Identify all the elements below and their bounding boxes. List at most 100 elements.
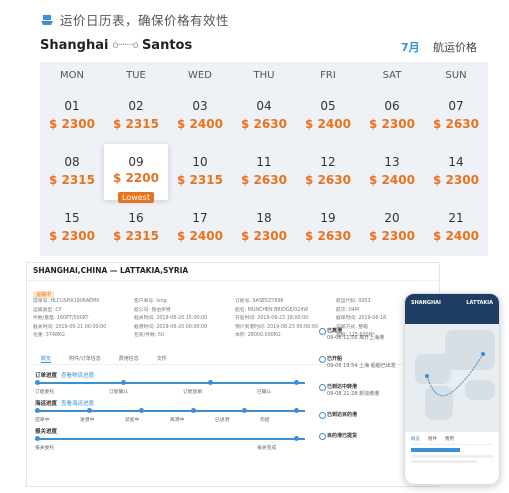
calendar-week-row: 08 $ 2315 09 $ 2200 Lowest 10 $ 2315 11 $ 2630 12… xyxy=(40,144,488,203)
info-row: 件数/重量: 160PT/500KT 截关时间: 2019-06-20 15:00… xyxy=(33,314,437,323)
phone-tab[interactable]: 费用 xyxy=(445,436,454,442)
freight-calendar-card: 运价日历表，确保价格有效性 Shanghai o·······o Santos … xyxy=(32,4,500,256)
info-cell: 截港时间: 2019-06-20 00:00:00 xyxy=(134,324,208,330)
detail-tab[interactable]: 费用信息 xyxy=(119,355,139,362)
track-section: 海运进度 查看海运进度 提单中 进港中 装船中 离港中 已进港 完结 xyxy=(35,399,305,423)
month-selector[interactable]: 7月 xyxy=(401,39,420,55)
shipment-route-title: SHANGHAI,CHINA — LATTAKIA,SYRIA xyxy=(27,263,439,281)
day-price: $ 2400 xyxy=(305,117,351,131)
info-cell: 提单号: HLCUSHA1906AEM0 xyxy=(33,299,100,304)
origin-port: Shanghai xyxy=(40,38,109,53)
progress-step-label: 已确认 xyxy=(257,390,272,395)
calendar-day-19[interactable]: 19 $ 2630 xyxy=(296,200,360,256)
track-section-link[interactable]: 查看物流进度 xyxy=(61,373,94,379)
track-section-link[interactable]: 查看海运进度 xyxy=(61,401,94,407)
calendar-day-15[interactable]: 15 $ 2300 xyxy=(40,200,104,256)
calendar-day-13[interactable]: 13 $ 2400 xyxy=(360,144,424,200)
detail-tab[interactable]: 附件/订单信息 xyxy=(69,355,101,362)
day-price: $ 2300 xyxy=(49,229,95,243)
track-section-name: 报关进度 xyxy=(35,429,58,435)
progress-dot xyxy=(294,436,300,441)
weekday-label: THU xyxy=(253,69,275,81)
day-price: $ 2630 xyxy=(433,117,479,131)
day-number: 08 xyxy=(64,155,80,169)
weekday-label: SAT xyxy=(382,69,402,81)
route-price-link[interactable]: 航运价格 xyxy=(433,39,477,55)
phone-tab[interactable]: 概览 xyxy=(411,436,420,442)
day-price: $ 2630 xyxy=(305,173,351,187)
day-number: 12 xyxy=(320,155,336,169)
day-price: $ 2315 xyxy=(177,173,223,187)
calendar-day-04[interactable]: 04 $ 2630 xyxy=(232,88,296,144)
calendar-week-row: 15 $ 2300 16 $ 2315 17 $ 2400 18 $ 2300 19 $ 2630… xyxy=(40,200,488,256)
detail-tab[interactable]: 概览 xyxy=(41,355,52,363)
day-number: 14 xyxy=(448,155,464,169)
day-number: 18 xyxy=(256,211,272,225)
route-selector[interactable]: Shanghai o·······o Santos xyxy=(40,38,192,53)
day-price: $ 2300 xyxy=(433,173,479,187)
shipment-detail-panel: SHANGHAI,CHINA — LATTAKIA,SYRIA 运输中 提单号:… xyxy=(26,262,440,487)
info-cell: 船公司: 赫伯罗特 xyxy=(134,307,171,313)
calendar-day-08[interactable]: 08 $ 2315 xyxy=(40,144,104,200)
progress-step-label: 已进港 xyxy=(215,418,230,423)
calendar-day-03[interactable]: 03 $ 2400 xyxy=(168,88,232,144)
price-calendar: MON TUE WED THU FRI SAT SUN 01 $ 2300 02 $ 2315 03… xyxy=(40,62,488,256)
info-cell: 运输类型: CY xyxy=(33,307,62,313)
event-title: 已到达目的港 xyxy=(327,412,358,418)
day-price: $ 2400 xyxy=(433,229,479,243)
weekday-label: FRI xyxy=(320,69,336,81)
calendar-day-06[interactable]: 06 $ 2300 xyxy=(360,88,424,144)
detail-tab[interactable]: 文件 xyxy=(157,355,167,362)
calendar-day-07[interactable]: 07 $ 2630 xyxy=(424,88,488,144)
calendar-day-10[interactable]: 10 $ 2315 xyxy=(168,144,232,200)
day-number: 15 xyxy=(64,211,80,225)
calendar-day-16[interactable]: 16 $ 2315 xyxy=(104,200,168,256)
day-number: 04 xyxy=(256,99,272,113)
progress-step-label: 订舱确认 xyxy=(109,390,129,395)
route-map[interactable] xyxy=(405,324,499,432)
day-price: $ 2400 xyxy=(177,229,223,243)
calendar-day-21[interactable]: 21 $ 2400 xyxy=(424,200,488,256)
calendar-day-05[interactable]: 05 $ 2400 xyxy=(296,88,360,144)
progress-dot xyxy=(294,408,300,413)
day-number: 03 xyxy=(192,99,208,113)
progress-dot xyxy=(35,436,40,441)
calendar-day-09[interactable]: 09 $ 2200 Lowest xyxy=(104,144,168,203)
info-cell: 截关时间: 2019-06-20 15:00:00 xyxy=(134,316,208,321)
weekday-row: MON TUE WED THU FRI SAT SUN xyxy=(40,62,488,88)
calendar-day-01[interactable]: 01 $ 2300 xyxy=(40,88,104,144)
calendar-day-14[interactable]: 14 $ 2300 xyxy=(424,144,488,200)
day-price: $ 2300 xyxy=(369,117,415,131)
progress-step-label: 完结 xyxy=(260,418,270,423)
progress-step-label: 订舱委托 xyxy=(35,390,55,395)
calendar-day-11[interactable]: 11 $ 2630 xyxy=(232,144,296,200)
progress-dot xyxy=(35,408,40,413)
calendar-day-18[interactable]: 18 $ 2300 xyxy=(232,200,296,256)
progress-dot xyxy=(242,408,248,413)
day-number: 19 xyxy=(320,211,336,225)
info-cell: 件数/重量: 160PT/500KT xyxy=(33,316,89,321)
destination-port: Santos xyxy=(141,38,193,53)
progress-step-label: 提单中 xyxy=(35,418,50,423)
day-number: 20 xyxy=(384,211,400,225)
day-number: 01 xyxy=(64,99,80,113)
track-section-title: 报关进度 xyxy=(35,427,305,435)
calendar-day-02[interactable]: 02 $ 2315 xyxy=(104,88,168,144)
weekday-label: SUN xyxy=(445,69,467,81)
progress-step-label: 订舱放单 xyxy=(183,390,203,395)
info-row: 提单号: HLCUSHA1906AEM0 客户单号: long 订舱号: SASE5… xyxy=(33,297,437,306)
progress-dot xyxy=(86,408,92,413)
phone-tab[interactable]: 附件 xyxy=(428,436,437,442)
day-number: 07 xyxy=(448,99,464,113)
calendar-day-17[interactable]: 17 $ 2400 xyxy=(168,200,232,256)
track-section: 报关进度 报关委托 报关完成 xyxy=(35,427,305,451)
day-number: 10 xyxy=(192,155,208,169)
day-price: $ 2400 xyxy=(369,173,415,187)
day-price: $ 2400 xyxy=(177,117,223,131)
day-price: $ 2200 xyxy=(113,171,159,185)
progress-line xyxy=(35,408,305,413)
calendar-day-20[interactable]: 20 $ 2300 xyxy=(360,200,424,256)
info-cell: 开船时间: 2019-06-23 18:00:00 xyxy=(235,316,309,321)
calendar-day-12[interactable]: 12 $ 2630 xyxy=(296,144,360,200)
track-section-name: 海运进度 xyxy=(35,401,58,407)
